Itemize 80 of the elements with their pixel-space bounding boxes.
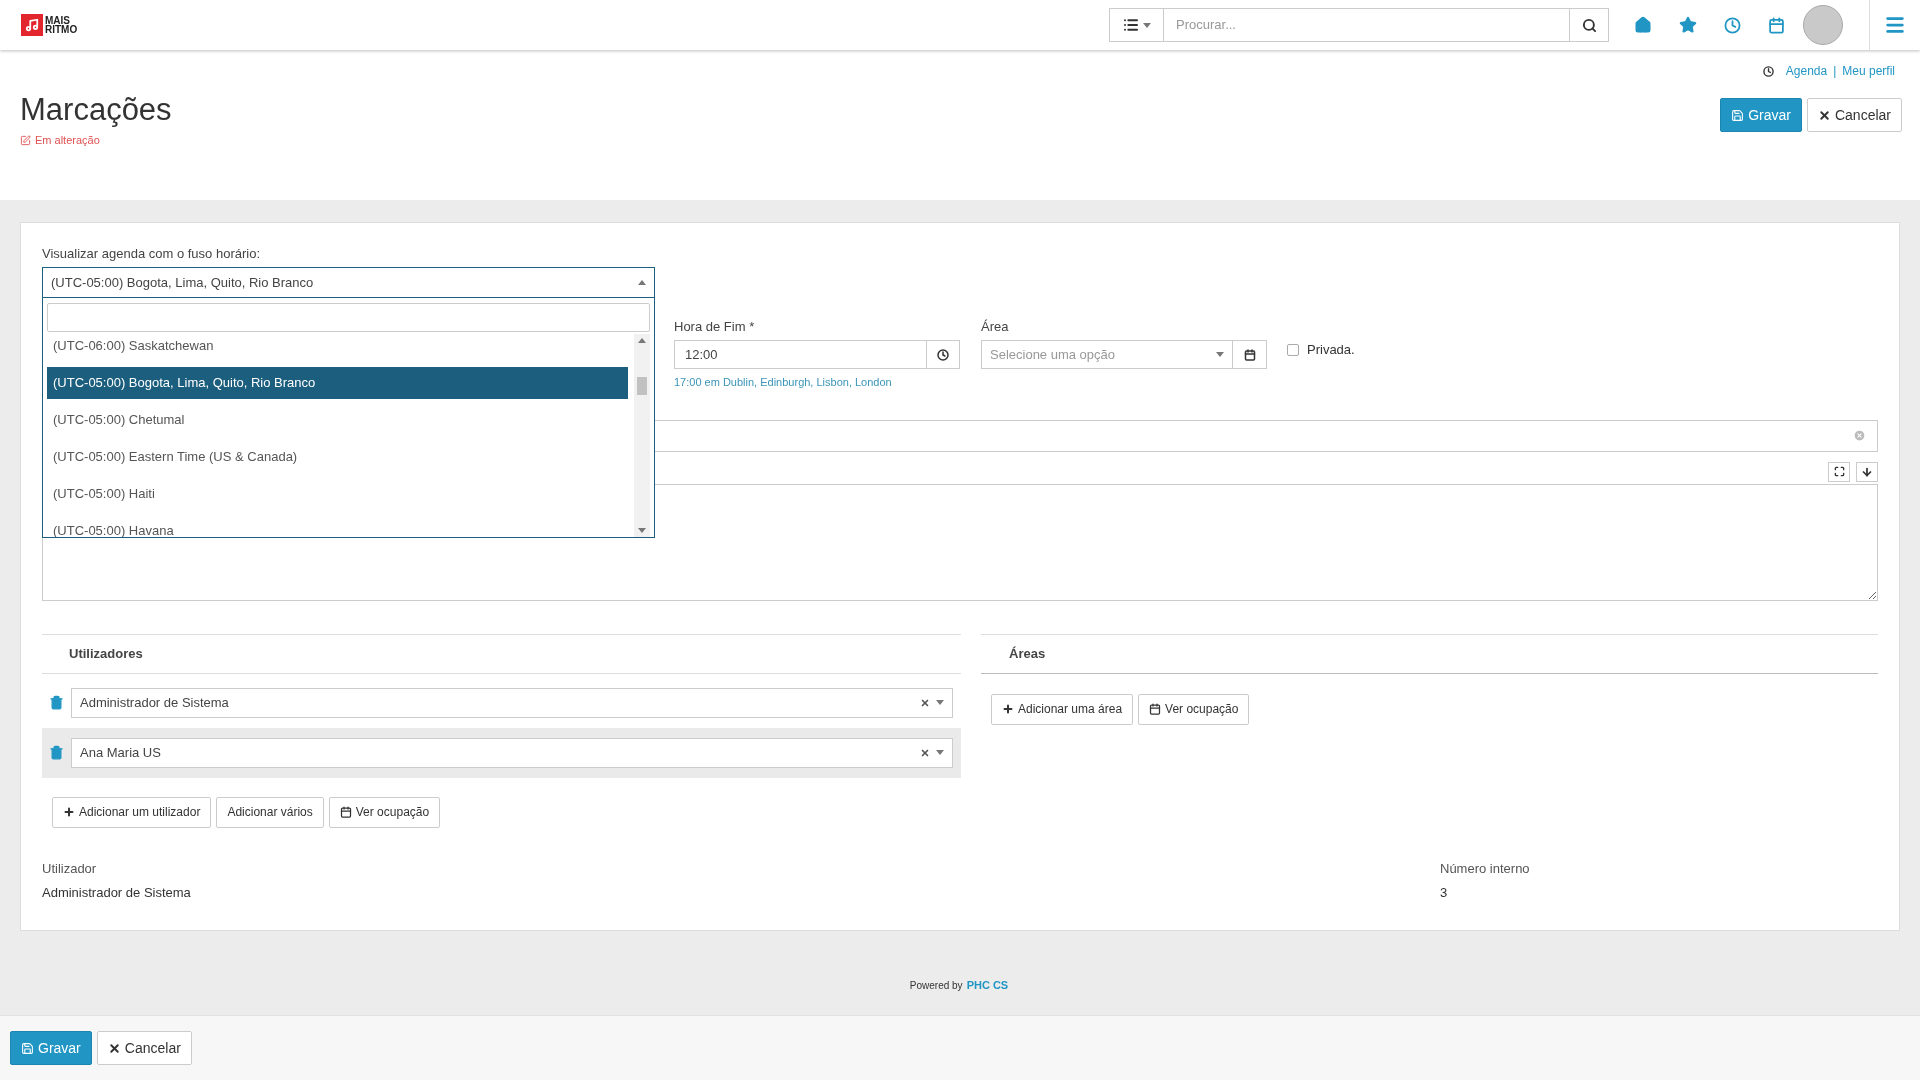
cancel-button[interactable]: Cancelar [1806, 98, 1902, 132]
fullscreen-icon [1833, 466, 1845, 477]
clock-icon [937, 348, 949, 361]
avatar[interactable] [1803, 5, 1843, 45]
fullscreen-button[interactable] [1828, 461, 1850, 482]
detail-value: 3 [1440, 883, 1449, 902]
calendar-icon [339, 806, 352, 818]
profile-link[interactable]: Meu perfil [1842, 62, 1895, 80]
calendar-icon [1243, 348, 1256, 361]
timezone-select[interactable]: (UTC-05:00) Bogota, Lima, Quito, Rio Branco [42, 267, 655, 298]
trash-icon[interactable] [49, 695, 64, 710]
end-time-label: Hora de Fim * [674, 318, 756, 336]
arrow-down-icon [1861, 465, 1873, 478]
logo-text: MAIS [45, 16, 70, 25]
add-button[interactable]: Adicionar uma área [991, 693, 1134, 725]
time-picker-button[interactable] [927, 340, 960, 369]
clear-icon[interactable] [920, 697, 930, 708]
end-time-field[interactable]: 12:00 [674, 340, 927, 369]
calendar-icon [1149, 703, 1162, 715]
timezone-label: Visualizar agenda com o fuso horário: [42, 245, 261, 263]
user-select[interactable]: Administrador de Sistema [71, 687, 953, 718]
add-button[interactable]: Adicionar um utilizador [52, 796, 212, 828]
download-button[interactable] [1856, 461, 1878, 482]
user-select[interactable]: Ana Maria US [71, 737, 953, 768]
edit-icon [20, 134, 31, 146]
area-label: Área [981, 318, 1010, 336]
search-icon [1581, 17, 1597, 33]
clock-icon[interactable] [1724, 16, 1741, 34]
add-multiple-button[interactable]: Adicionar vários [216, 796, 324, 828]
timezone-option[interactable]: (UTC-05:00) Eastern Time (US & Canada) [47, 441, 628, 473]
caret-icon [638, 280, 646, 285]
menu-icon[interactable] [1884, 14, 1906, 36]
trash-icon[interactable] [49, 745, 64, 760]
private-checkbox[interactable] [1287, 344, 1299, 356]
close-icon [1817, 108, 1831, 122]
caret-icon [936, 750, 944, 755]
cancel-button[interactable]: Cancelar [96, 1031, 192, 1065]
logo-note-icon [21, 14, 43, 36]
plus-icon [1002, 703, 1014, 715]
page-title: Marcações [20, 91, 172, 129]
detail-label: Utilizador [42, 859, 98, 878]
logo-text: RITMO [45, 25, 78, 34]
save-icon [1731, 108, 1745, 122]
clear-icon[interactable] [920, 747, 930, 758]
powered-by-text: Powered by [909, 978, 963, 993]
plus-icon [63, 806, 75, 818]
save-icon [21, 1041, 34, 1055]
scroll-up-icon [638, 338, 646, 343]
timezone-option[interactable]: (UTC-05:00) Haiti [47, 478, 628, 510]
calendar-icon[interactable] [1768, 16, 1785, 34]
clock-icon [1762, 65, 1774, 77]
calendar-button[interactable] [1233, 340, 1267, 369]
scroll-down-icon [638, 528, 646, 533]
timezone-option[interactable]: (UTC-05:00) Bogota, Lima, Quito, Rio Branco [47, 367, 628, 399]
search-field[interactable]: Procurar... [1164, 8, 1569, 42]
caret-icon [936, 700, 944, 705]
occupancy-button[interactable]: Ver ocupação [328, 796, 441, 828]
search-button[interactable] [1569, 8, 1609, 42]
caret-icon [1216, 352, 1224, 357]
edit-status: Em alteração [35, 133, 100, 148]
users-title: Utilizadores [69, 644, 143, 663]
star-icon[interactable] [1679, 16, 1697, 34]
close-icon [107, 1041, 121, 1055]
detail-label: Número interno [1440, 859, 1531, 878]
occupancy-button[interactable]: Ver ocupação [1138, 693, 1250, 725]
timezone-option[interactable]: (UTC-06:00) Saskatchewan [47, 334, 628, 362]
dropdown-search-field[interactable] [47, 303, 650, 332]
list-menu-button[interactable] [1109, 8, 1164, 42]
timezone-option[interactable]: (UTC-05:00) Chetumal [47, 404, 628, 436]
end-time-hint: 17:00 em Dublin, Edinburgh, Lisbon, London [674, 375, 893, 390]
caret-icon [1142, 22, 1151, 28]
scrollbar[interactable] [634, 334, 650, 537]
link-separator: | [1833, 63, 1837, 80]
agenda-link[interactable]: Agenda [1785, 62, 1828, 80]
home-icon[interactable] [1634, 16, 1652, 34]
list-icon [1122, 17, 1139, 33]
detail-value: Administrador de Sistema [42, 883, 192, 902]
areas-title: Áreas [1009, 644, 1046, 663]
private-label: Privada. [1307, 341, 1355, 360]
scrollbar-thumb[interactable] [637, 376, 647, 395]
